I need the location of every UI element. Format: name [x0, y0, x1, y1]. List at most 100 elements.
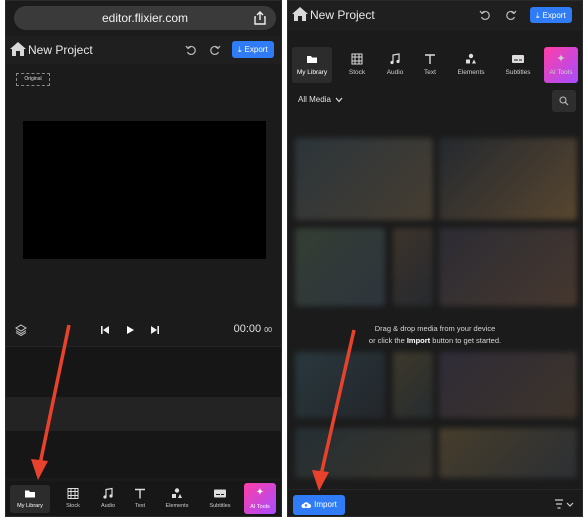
cloud-upload-icon	[301, 502, 312, 508]
undo-icon[interactable]	[185, 44, 197, 56]
subtitles-icon	[214, 489, 226, 498]
nav-subtitles[interactable]: Subtitles	[200, 485, 240, 513]
nav-text[interactable]: Text	[120, 485, 160, 513]
nav-my-library[interactable]: My Library	[10, 485, 50, 513]
browser-url-bar[interactable]: editor.flixier.com	[14, 6, 276, 30]
export-label: Export	[542, 10, 566, 20]
share-icon[interactable]	[252, 10, 268, 26]
nav-elements[interactable]: Elements	[157, 485, 197, 513]
media-thumbnail	[295, 228, 385, 306]
search-button[interactable]	[552, 90, 576, 112]
export-button[interactable]: ⤓ Export	[232, 41, 274, 58]
import-emphasis: Import	[406, 336, 431, 345]
skip-forward-icon[interactable]	[150, 325, 160, 335]
video-preview	[23, 121, 266, 259]
media-thumbnail	[295, 428, 433, 478]
sparkle-icon: ✦	[255, 487, 265, 498]
import-button[interactable]: Import	[293, 495, 345, 515]
media-thumbnail	[295, 352, 385, 418]
timecode-main: 00:00	[233, 323, 262, 335]
import-label: Import	[314, 500, 337, 509]
tab-ai-tools[interactable]: ✦ AI Tools	[544, 47, 578, 83]
project-title[interactable]: New Project	[310, 7, 375, 23]
url-text: editor.flixier.com	[101, 11, 189, 25]
right-library-panel: New Project ⤓ Export My Library Stock Au…	[287, 0, 583, 517]
nav-label: Stock	[66, 503, 80, 509]
tab-label: My Library	[296, 69, 328, 76]
app-top-bar: New Project ⤓ Export	[6, 36, 281, 64]
subtitles-icon	[512, 55, 524, 63]
text-icon	[135, 488, 145, 499]
playback-controls: 00:00 00	[6, 319, 281, 341]
home-icon[interactable]	[9, 41, 27, 57]
film-icon	[67, 488, 79, 499]
tab-label: Elements	[457, 69, 485, 76]
film-icon	[351, 53, 363, 65]
layers-icon[interactable]	[15, 324, 27, 336]
timecode-frames: 00	[264, 327, 272, 334]
blurred-media-grid	[293, 138, 578, 478]
media-thumbnail	[439, 228, 577, 306]
media-thumbnail	[439, 428, 577, 478]
download-icon: ⤓	[536, 10, 540, 20]
nav-label: Elements	[165, 503, 189, 509]
media-thumbnail	[295, 138, 433, 220]
chevron-down-icon	[335, 97, 343, 102]
media-thumbnail	[393, 228, 433, 306]
tab-subtitles[interactable]: Subtitles	[498, 47, 538, 83]
filter-label: All Media	[298, 95, 331, 104]
timeline-track[interactable]	[6, 397, 281, 431]
left-editor-panel: editor.flixier.com New Project ⤓ Export …	[5, 0, 282, 517]
undo-icon[interactable]	[479, 9, 491, 21]
empty-line-1: Drag & drop media from your device	[374, 324, 496, 333]
timecode: 00:00 00	[234, 323, 272, 335]
media-filter-dropdown[interactable]: All Media	[298, 95, 343, 104]
music-icon	[390, 53, 400, 65]
tab-audio[interactable]: Audio	[375, 47, 415, 83]
home-icon[interactable]	[291, 6, 309, 22]
bottom-nav: My Library Stock Audio Text Elements Sub…	[6, 481, 281, 516]
sparkle-icon: ✦	[556, 53, 566, 65]
empty-line-2: or click the Import button to get starte…	[368, 336, 502, 345]
nav-label: My Library	[17, 503, 43, 509]
nav-label: Audio	[100, 503, 116, 509]
media-thumbnail	[393, 352, 433, 418]
tab-label: AI Tools	[549, 69, 573, 76]
text-icon	[425, 54, 435, 64]
tab-label: Audio	[386, 69, 404, 76]
skip-back-icon[interactable]	[100, 325, 110, 335]
export-label: Export	[244, 45, 268, 54]
tab-label: Stock	[348, 69, 366, 76]
media-thumbnail	[439, 138, 577, 220]
folder-icon	[307, 56, 317, 63]
project-title[interactable]: New Project	[28, 42, 93, 58]
play-icon[interactable]	[125, 325, 135, 335]
nav-stock[interactable]: Stock	[53, 485, 93, 513]
media-thumbnail	[439, 352, 577, 418]
empty-library-message: Drag & drop media from your device or cl…	[288, 323, 582, 347]
nav-label: AI Tools	[250, 504, 270, 510]
sort-icon[interactable]	[554, 498, 574, 510]
tab-label: Subtitles	[505, 69, 531, 76]
library-tabs: My Library Stock Audio Text Elements Sub…	[288, 47, 582, 85]
redo-icon[interactable]	[209, 44, 221, 56]
aspect-ratio-tag[interactable]: Original	[16, 73, 50, 86]
shapes-icon	[466, 53, 476, 64]
tab-elements[interactable]: Elements	[451, 47, 491, 83]
tab-label: Text	[424, 69, 436, 76]
library-bottom-bar: Import	[288, 489, 582, 516]
folder-icon	[25, 490, 35, 498]
nav-label: Subtitles	[209, 503, 231, 509]
app-top-bar: New Project ⤓ Export	[288, 1, 582, 31]
timeline-area[interactable]	[6, 346, 281, 478]
export-button[interactable]: ⤓ Export	[530, 7, 572, 23]
redo-icon[interactable]	[505, 9, 517, 21]
music-icon	[103, 487, 113, 499]
search-icon	[559, 96, 569, 106]
nav-label: Text	[134, 503, 146, 509]
nav-ai-tools[interactable]: ✦ AI Tools	[244, 483, 276, 514]
tab-my-library[interactable]: My Library	[292, 47, 332, 83]
tab-text[interactable]: Text	[410, 47, 450, 83]
tab-stock[interactable]: Stock	[337, 47, 377, 83]
download-icon: ⤓	[238, 45, 242, 54]
